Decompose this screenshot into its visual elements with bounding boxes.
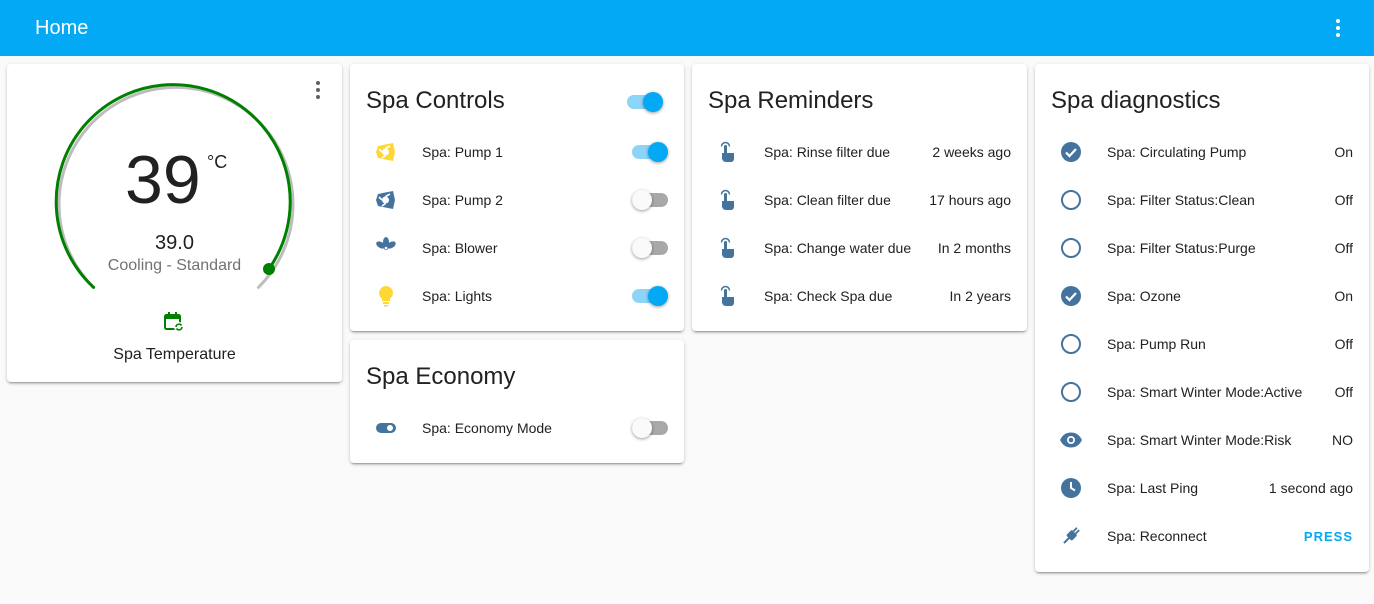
circle-outline-icon [1051,372,1091,412]
entity-row-last-ping[interactable]: Spa: Last Ping 1 second ago [1051,468,1353,508]
entity-row-smart-winter-risk[interactable]: Spa: Smart Winter Mode:Risk NO [1051,420,1353,460]
entity-label: Spa: Circulating Pump [1107,144,1247,160]
entity-value: NO [1332,432,1353,448]
thermostat-card: 39 °C 39.0 Cooling - Standard Spa Temper… [7,64,342,382]
entity-value: Off [1334,240,1353,256]
entity-row-economy-mode: Spa: Economy Mode [366,408,668,448]
entity-row-pump-run[interactable]: Spa: Pump Run Off [1051,324,1353,364]
circle-outline-icon [1051,324,1091,364]
hvac-mode: Cooling - Standard [107,257,242,274]
press-button[interactable]: PRESS [1304,529,1353,544]
entity-label: Spa: Pump 2 [422,192,503,208]
header-toggle[interactable] [627,92,663,112]
entity-label: Spa: Filter Status:Purge [1107,240,1256,256]
card-title: Spa diagnostics [1051,87,1221,114]
entity-row-clean-filter[interactable]: Spa: Clean filter due 17 hours ago [708,180,1011,220]
entity-row-ozone[interactable]: Spa: Ozone On [1051,276,1353,316]
circle-outline-icon [1051,180,1091,220]
gesture-tap-icon [708,132,748,172]
entity-row-filter-clean[interactable]: Spa: Filter Status:Clean Off [1051,180,1353,220]
entity-label: Spa: Check Spa due [764,288,893,304]
entity-value: Off [1334,384,1353,400]
dots-vertical-icon[interactable] [1326,16,1350,40]
pump-1-toggle[interactable] [632,142,668,162]
gesture-tap-icon [708,180,748,220]
card-title: Spa Reminders [708,87,874,114]
entity-row-pump-1: Spa: Pump 1 [366,132,668,172]
entity-label: Spa: Smart Winter Mode:Risk [1107,432,1292,448]
calendar-sync-icon[interactable] [162,310,186,334]
lightbulb-icon [366,276,406,316]
entity-label: Spa: Pump 1 [422,144,503,160]
entity-value: On [1334,144,1353,160]
entity-value: In 2 years [949,288,1011,304]
spa-diagnostics-card: Spa diagnostics Spa: Circulating Pump On… [1035,64,1369,572]
entity-value: 17 hours ago [929,192,1011,208]
entity-label: Spa: Change water due [764,240,912,256]
economy-mode-toggle[interactable] [632,418,668,438]
entity-value: On [1334,288,1353,304]
entity-row-filter-purge[interactable]: Spa: Filter Status:Purge Off [1051,228,1353,268]
spa-reminders-card: Spa Reminders Spa: Rinse filter due 2 we… [692,64,1027,331]
entity-value: Off [1334,192,1353,208]
pump-icon [366,132,406,172]
entity-label: Spa: Blower [422,240,498,256]
toggle-switch-icon [366,408,406,448]
fan-icon [366,228,406,268]
entity-label: Spa: Clean filter due [764,192,891,208]
eye-icon [1051,420,1091,460]
lights-toggle[interactable] [632,286,668,306]
blower-toggle[interactable] [632,238,668,258]
entity-label: Spa: Last Ping [1107,480,1199,496]
power-plug-icon [1051,516,1091,556]
entity-row-smart-winter-active[interactable]: Spa: Smart Winter Mode:Active Off [1051,372,1353,412]
current-temperature: 39 [125,142,201,218]
entity-row-pump-2: Spa: Pump 2 [366,180,668,220]
gesture-tap-icon [708,228,748,268]
clock-icon [1051,468,1091,508]
app-header: Home [0,0,1374,56]
pump-2-toggle[interactable] [632,190,668,210]
entity-label: Spa: Lights [422,288,493,304]
entity-label: Spa: Economy Mode [422,420,552,436]
thermostat-name: Spa Temperature [113,346,236,363]
card-title: Spa Controls [366,87,505,114]
entity-label: Spa: Filter Status:Clean [1107,192,1255,208]
entity-label: Spa: Rinse filter due [764,144,891,160]
spa-controls-card: Spa Controls Spa: Pump 1 Spa: Pump 2 Spa… [350,64,684,331]
entity-value: 2 weeks ago [932,144,1011,160]
gesture-tap-icon [708,276,748,316]
entity-label: Spa: Pump Run [1107,336,1206,352]
entity-row-change-water[interactable]: Spa: Change water due In 2 months [708,228,1011,268]
entity-label: Spa: Reconnect [1107,528,1207,544]
entity-row-reconnect: Spa: Reconnect PRESS [1051,516,1353,556]
entity-row-rinse-filter[interactable]: Spa: Rinse filter due 2 weeks ago [708,132,1011,172]
entity-row-lights: Spa: Lights [366,276,668,316]
pump-icon [366,180,406,220]
entity-row-blower: Spa: Blower [366,228,668,268]
entity-label: Spa: Smart Winter Mode:Active [1107,384,1303,400]
target-temperature: 39.0 [155,232,194,254]
check-circle-icon [1051,132,1091,172]
entity-row-circulating-pump[interactable]: Spa: Circulating Pump On [1051,132,1353,172]
entity-value: Off [1334,336,1353,352]
circle-outline-icon [1051,228,1091,268]
check-circle-icon [1051,276,1091,316]
page-title: Home [35,17,89,39]
spa-economy-card: Spa Economy Spa: Economy Mode [350,340,684,463]
entity-value: In 2 months [937,240,1011,256]
entity-value: 1 second ago [1268,480,1353,496]
card-title: Spa Economy [366,363,516,390]
entity-row-check-spa[interactable]: Spa: Check Spa due In 2 years [708,276,1011,316]
temperature-unit: °C [207,152,228,172]
entity-label: Spa: Ozone [1107,288,1181,304]
